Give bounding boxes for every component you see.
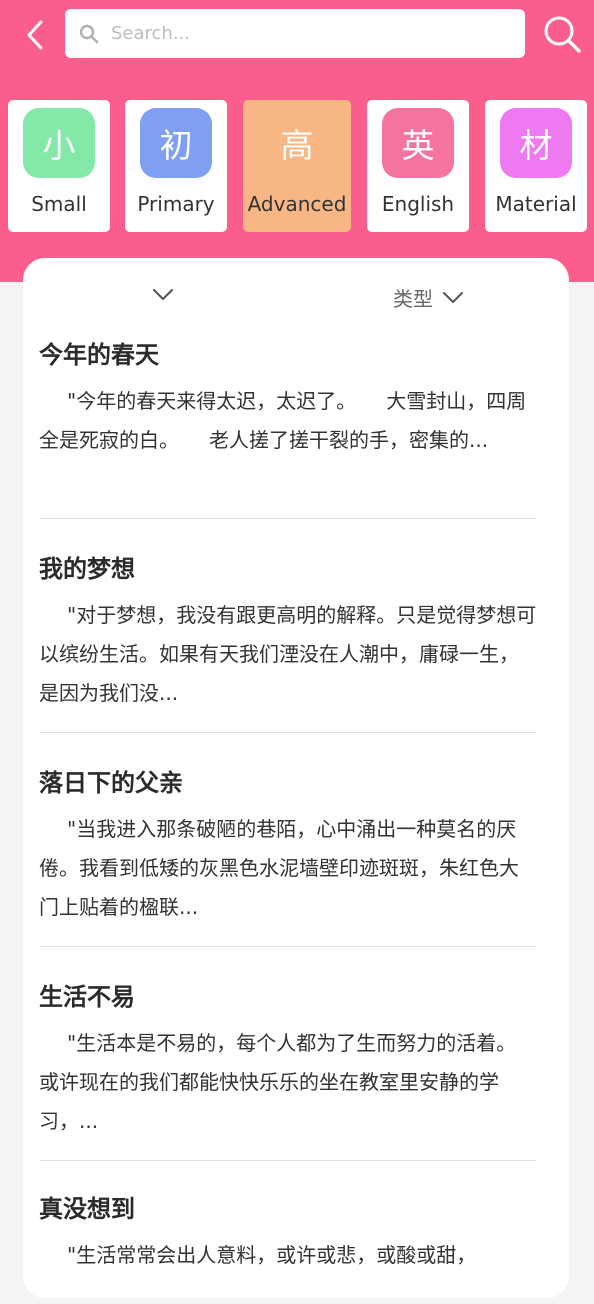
type-dropdown[interactable]: 类型 bbox=[393, 282, 465, 312]
article-item[interactable]: 落日下的父亲 "当我进入那条破陋的巷陌，心中涌出一种莫名的厌倦。我看到低矮的灰黑… bbox=[39, 768, 537, 947]
category-english-icon: 英 bbox=[382, 108, 454, 178]
category-advanced-icon: 高 bbox=[280, 126, 314, 165]
article-title: 今年的春天 bbox=[39, 341, 159, 369]
article-excerpt: "今年的春天来得太迟，太迟了。 大雪封山，四周全是死寂的白。 老人搓了搓干裂的手… bbox=[39, 389, 527, 452]
category-english[interactable]: 英 English bbox=[367, 100, 469, 232]
category-label: English bbox=[381, 192, 455, 216]
back-button[interactable] bbox=[20, 18, 50, 52]
article-item[interactable]: 生活不易 "生活本是不易的，每个人都为了生而努力的活着。 或许现在的我们都能快快… bbox=[39, 982, 547, 1161]
category-primary[interactable]: 初 Primary bbox=[125, 100, 227, 232]
category-label: Advanced bbox=[247, 192, 347, 216]
article-item[interactable]: 今年的春天 "今年的春天来得太迟，太迟了。 大雪封山，四周全是死寂的白。 老人搓… bbox=[39, 340, 537, 519]
article-title: 落日下的父亲 bbox=[39, 769, 183, 797]
article-title: 我的梦想 bbox=[39, 555, 135, 583]
search-button[interactable] bbox=[540, 12, 584, 56]
category-material[interactable]: 材 Material bbox=[485, 100, 587, 232]
article-excerpt: "当我进入那条破陋的巷陌，心中涌出一种莫名的厌倦。我看到低矮的灰黑色水泥墙壁印迹… bbox=[39, 817, 519, 919]
category-label: Primary bbox=[137, 192, 215, 216]
article-item[interactable]: 我的梦想 "对于梦想，我没有跟更高明的解释。只是觉得梦想可以缤纷生活。如果有天我… bbox=[39, 554, 537, 733]
category-small[interactable]: 小 Small bbox=[8, 100, 110, 232]
type-dropdown-label: 类型 bbox=[393, 286, 433, 311]
search-box[interactable] bbox=[65, 9, 525, 58]
search-icon bbox=[544, 16, 581, 53]
category-small-icon: 小 bbox=[23, 108, 95, 178]
article-title: 真没想到 bbox=[39, 1195, 135, 1223]
article-panel: 类型 今年的春天 "今年的春天来得太迟，太迟了。 大雪封山，四周全是死寂的白。 … bbox=[23, 258, 569, 1298]
category-advanced[interactable]: 高 Advanced bbox=[243, 100, 351, 232]
search-input[interactable] bbox=[109, 22, 493, 45]
article-excerpt: "对于梦想，我没有跟更高明的解释。只是觉得梦想可以缤纷生活。如果有天我们湮没在人… bbox=[39, 603, 537, 705]
category-label: Material bbox=[495, 192, 577, 216]
article-title: 生活不易 bbox=[39, 983, 135, 1011]
article-excerpt: "生活本是不易的，每个人都为了生而努力的活着。 或许现在的我们都能快快乐乐的坐在… bbox=[39, 1031, 547, 1133]
header-bar: 小 Small 初 Primary 高 Advanced 英 English 材… bbox=[0, 0, 594, 282]
category-primary-icon: 初 bbox=[140, 108, 212, 178]
category-material-icon: 材 bbox=[500, 108, 572, 178]
search-icon bbox=[79, 24, 99, 43]
category-label: Small bbox=[31, 192, 87, 216]
chevron-down-icon bbox=[443, 292, 463, 303]
chevron-down-icon bbox=[153, 289, 173, 300]
article-item[interactable]: 真没想到 "生活常常会出人意料，或许或悲，或酸或甜， bbox=[39, 1194, 537, 1304]
sort-dropdown[interactable] bbox=[151, 284, 177, 308]
article-excerpt: "生活常常会出人意料，或许或悲，或酸或甜， bbox=[67, 1243, 477, 1267]
chevron-left-icon bbox=[27, 20, 43, 50]
